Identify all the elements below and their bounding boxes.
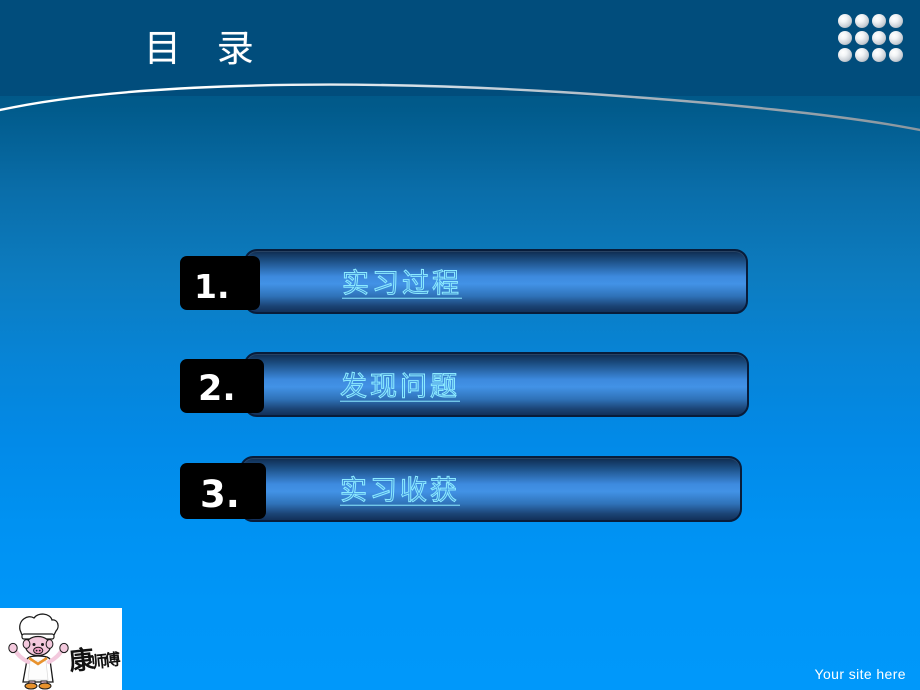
curved-line-icon [0,83,920,132]
grid-dot [838,48,852,62]
agenda-item-label[interactable]: 发现问题 [340,364,460,403]
page-title: 目 录 [144,27,266,70]
grid-dot [889,31,903,45]
site-credit-text: Your site here [814,666,906,682]
agenda-item-number: 2. [180,359,264,413]
agenda-item-number: 1. [180,256,260,310]
agenda-bar[interactable]: 实习收获 [240,456,742,522]
agenda-item-number: 3. [180,463,266,519]
grid-dot [855,31,869,45]
agenda-bar[interactable]: 实习过程 [244,249,748,314]
grid-dot [872,48,886,62]
grid-dot [889,48,903,62]
chef-mascot-logo: 康 师 傅 [8,613,121,690]
grid-dot [838,14,852,28]
presentation-slide: 目 录 实习过程 1. 发现问题 2. 实习收获 3. 康 师 傅 Your s… [0,0,920,690]
grid-dot [872,14,886,28]
grid-dot [855,48,869,62]
grid-dot [889,14,903,28]
agenda-item-label[interactable]: 实习过程 [342,261,462,300]
agenda-bar[interactable]: 发现问题 [244,352,749,417]
brand-logo-plate: 康 师 傅 [0,608,122,690]
agenda-item-label[interactable]: 实习收获 [340,469,460,508]
grid-dot [872,31,886,45]
grid-dot [855,14,869,28]
svg-text:傅: 傅 [102,649,121,670]
dot-grid-icon [838,14,904,66]
grid-dot [838,31,852,45]
